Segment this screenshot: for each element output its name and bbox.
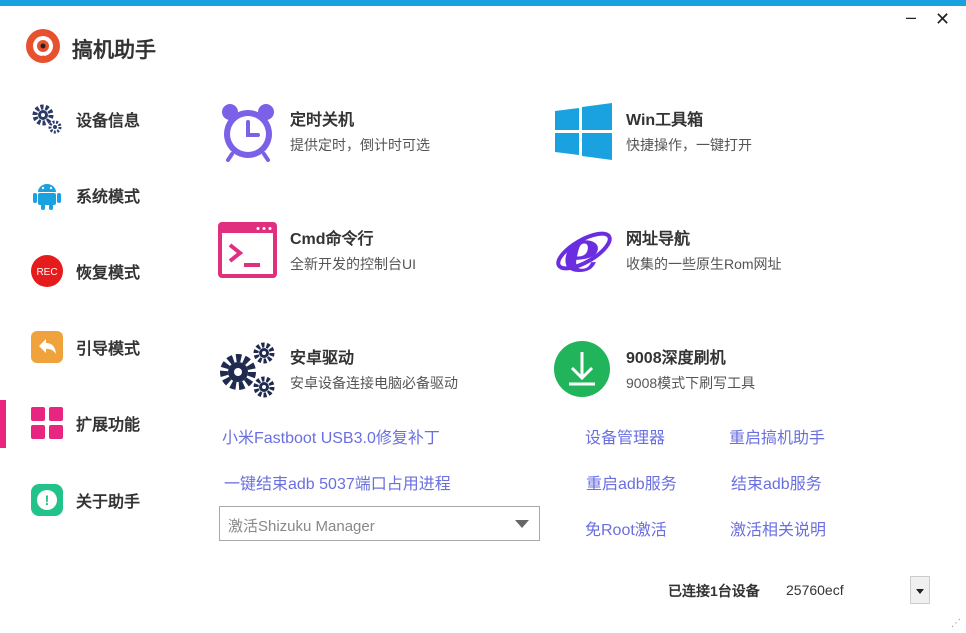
ie-browser-icon: e: [556, 221, 612, 281]
sidebar-item-label: 设备信息: [76, 113, 141, 130]
app-logo-icon: [26, 29, 60, 63]
sidebar-item-device-info[interactable]: 设备信息: [0, 94, 190, 144]
gears-icon: [32, 104, 62, 134]
device-dropdown-button[interactable]: [910, 576, 930, 604]
sidebar-item-system-mode[interactable]: 系统模式: [0, 170, 190, 220]
tool-desc: 收集的一些原生Rom网址: [626, 256, 782, 272]
device-select[interactable]: 25760ecf: [778, 576, 930, 604]
link-kill-adb-5037[interactable]: 一键结束adb 5037端口占用进程: [224, 470, 451, 494]
sidebar-item-label: 恢复模式: [76, 265, 141, 282]
tool-desc: 全新开发的控制台UI: [290, 256, 416, 272]
minimize-button[interactable]: –: [906, 8, 916, 26]
link-mi-fastboot-patch[interactable]: 小米Fastboot USB3.0修复补丁: [222, 424, 440, 448]
android-icon: [33, 184, 61, 210]
tool-title: 定时关机: [290, 112, 355, 129]
tool-desc: 提供定时，倒计时可选: [290, 137, 430, 153]
tool-title: 9008深度刷机: [626, 350, 726, 367]
link-device-manager[interactable]: 设备管理器: [585, 424, 665, 448]
sidebar-item-bootloader-mode[interactable]: 引导模式: [0, 322, 190, 372]
shizuku-combo[interactable]: 激活Shizuku Manager: [219, 506, 540, 541]
tool-cmd[interactable]: Cmd命令行 全新开发的控制台UI: [218, 221, 518, 281]
tool-desc: 9008模式下刷写工具: [626, 375, 756, 391]
sidebar-item-recovery-mode[interactable]: REC 恢复模式: [0, 246, 190, 296]
resize-grip-icon[interactable]: ⋰: [951, 618, 961, 629]
tool-title: 安卓驱动: [290, 350, 355, 367]
app-title: 搞机助手: [72, 39, 156, 62]
tool-9008-flash[interactable]: 9008深度刷机 9008模式下刷写工具: [554, 340, 854, 400]
alarm-clock-icon: [222, 104, 274, 162]
shizuku-combo-value: 激活Shizuku Manager: [228, 518, 375, 535]
windows-logo-icon: [555, 103, 612, 160]
link-restart-assistant[interactable]: 重启搞机助手: [729, 424, 825, 448]
tool-title: Win工具箱: [626, 112, 704, 129]
terminal-icon: [218, 222, 277, 278]
tool-desc: 快捷操作，一键打开: [626, 137, 752, 153]
tool-desc: 安卓设备连接电脑必备驱动: [290, 375, 458, 391]
back-arrow-icon: [31, 331, 63, 363]
sidebar-item-about[interactable]: ! 关于助手: [0, 475, 190, 525]
sidebar-item-label: 扩展功能: [76, 417, 141, 434]
connected-status-label: 已连接1台设备: [668, 583, 760, 599]
link-restart-adb[interactable]: 重启adb服务: [586, 470, 677, 494]
sidebar-item-label: 系统模式: [76, 189, 141, 206]
link-activate-help[interactable]: 激活相关说明: [730, 516, 826, 540]
svg-text:!: !: [45, 492, 50, 508]
tool-title: 网址导航: [626, 231, 691, 248]
tool-android-driver[interactable]: 安卓驱动 安卓设备连接电脑必备驱动: [218, 340, 518, 400]
sidebar-item-label: 关于助手: [76, 494, 141, 511]
sidebar-item-extensions[interactable]: 扩展功能: [0, 398, 190, 448]
svg-text:REC: REC: [36, 267, 57, 278]
tool-title: Cmd命令行: [290, 231, 374, 248]
link-kill-adb[interactable]: 结束adb服务: [731, 470, 822, 494]
tool-scheduled-shutdown[interactable]: 定时关机 提供定时，倒计时可选: [218, 102, 518, 162]
download-flash-icon: [554, 341, 610, 397]
chevron-down-icon: [515, 520, 529, 528]
info-icon: !: [31, 484, 63, 516]
rec-icon: REC: [31, 255, 63, 287]
svg-text:e: e: [564, 221, 601, 281]
title-accent-bar: [0, 0, 966, 6]
driver-gears-icon: [220, 342, 275, 398]
grid-icon: [31, 407, 63, 439]
close-button[interactable]: ✕: [935, 10, 950, 28]
tool-win-toolbox[interactable]: Win工具箱 快捷操作，一键打开: [554, 102, 854, 162]
link-rootless-activate[interactable]: 免Root激活: [585, 516, 667, 540]
sidebar-item-label: 引导模式: [76, 341, 141, 358]
tool-url-navigation[interactable]: e 网址导航 收集的一些原生Rom网址: [554, 221, 854, 281]
device-id: 25760ecf: [786, 582, 844, 598]
